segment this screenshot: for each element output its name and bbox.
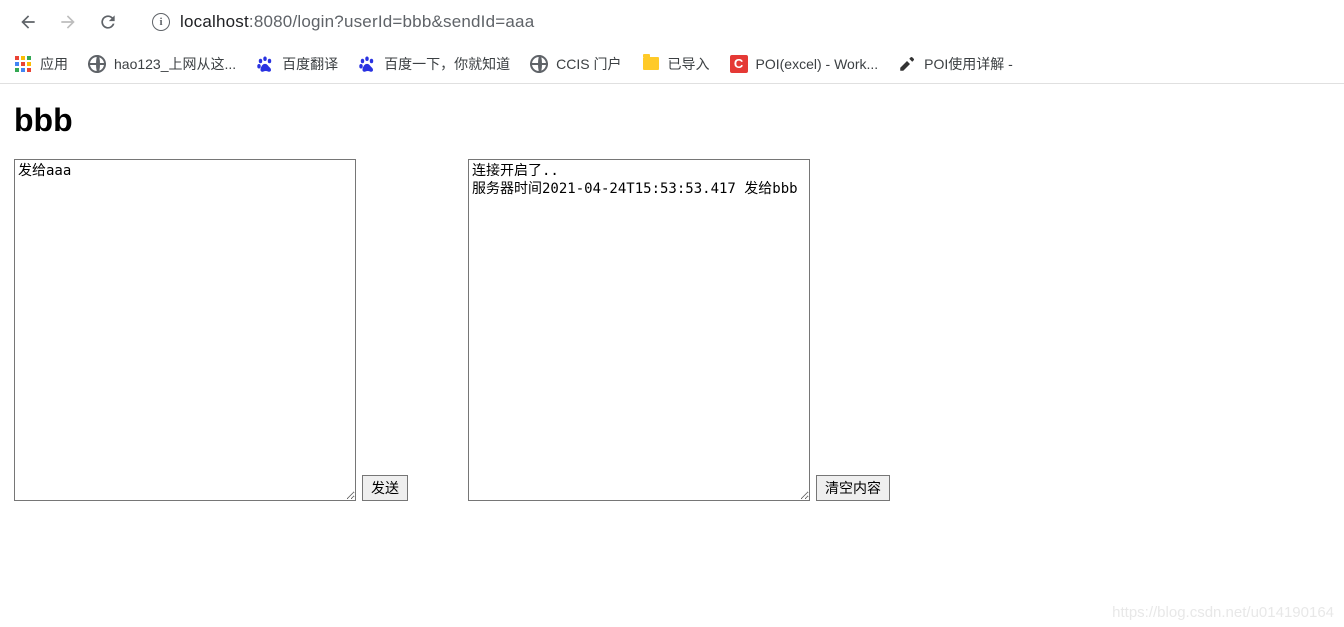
bookmarks-bar: 应用 hao123_上网从这... 百度翻译 百度一下，你就知道 CCIS 门户…	[0, 44, 1344, 84]
form-row: 发送 清空内容	[14, 159, 1330, 501]
bookmark-label: POI使用详解 -	[924, 54, 1013, 74]
bookmark-label: POI(excel) - Work...	[756, 56, 879, 72]
bookmark-apps[interactable]: 应用	[14, 54, 68, 74]
bookmark-hao123[interactable]: hao123_上网从这...	[88, 54, 236, 74]
send-button[interactable]: 发送	[362, 475, 408, 501]
bookmark-baidu[interactable]: 百度一下，你就知道	[358, 54, 510, 74]
address-bar[interactable]: i localhost:8080/login?userId=bbb&sendId…	[138, 6, 1334, 38]
page-content: bbb 发送 清空内容	[0, 84, 1344, 519]
url-host: localhost	[180, 12, 249, 31]
url-path: :8080/login?userId=bbb&sendId=aaa	[249, 12, 534, 31]
forward-button[interactable]	[50, 4, 86, 40]
bookmark-label: CCIS 门户	[556, 54, 621, 74]
clear-button[interactable]: 清空内容	[816, 475, 890, 501]
watermark: https://blog.csdn.net/u014190164	[1112, 604, 1334, 621]
reload-icon	[98, 12, 118, 32]
browser-toolbar: i localhost:8080/login?userId=bbb&sendId…	[0, 0, 1344, 44]
bookmark-baidu-translate[interactable]: 百度翻译	[256, 54, 338, 74]
bookmark-label: 百度一下，你就知道	[384, 54, 510, 74]
bookmark-label: 应用	[40, 54, 68, 74]
bookmark-label: hao123_上网从这...	[114, 54, 236, 74]
globe-icon	[88, 55, 106, 73]
bookmark-poi-detail[interactable]: POI使用详解 -	[898, 54, 1013, 74]
globe-icon	[530, 55, 548, 73]
reload-button[interactable]	[90, 4, 126, 40]
pen-icon	[898, 55, 916, 73]
baidu-icon	[256, 55, 274, 73]
bookmark-poi-excel[interactable]: C POI(excel) - Work...	[730, 55, 879, 73]
arrow-left-icon	[18, 12, 38, 32]
log-output[interactable]	[468, 159, 810, 501]
message-input[interactable]	[14, 159, 356, 501]
bookmark-ccis[interactable]: CCIS 门户	[530, 54, 621, 74]
folder-icon	[642, 55, 660, 73]
url-text: localhost:8080/login?userId=bbb&sendId=a…	[180, 12, 534, 32]
baidu-icon	[358, 55, 376, 73]
apps-grid-icon	[14, 55, 32, 73]
arrow-right-icon	[58, 12, 78, 32]
page-title: bbb	[14, 102, 1330, 139]
back-button[interactable]	[10, 4, 46, 40]
bookmark-label: 已导入	[668, 54, 710, 74]
bookmark-label: 百度翻译	[282, 54, 338, 74]
bookmark-imported[interactable]: 已导入	[642, 54, 710, 74]
info-icon: i	[152, 13, 170, 31]
csdn-icon: C	[730, 55, 748, 73]
